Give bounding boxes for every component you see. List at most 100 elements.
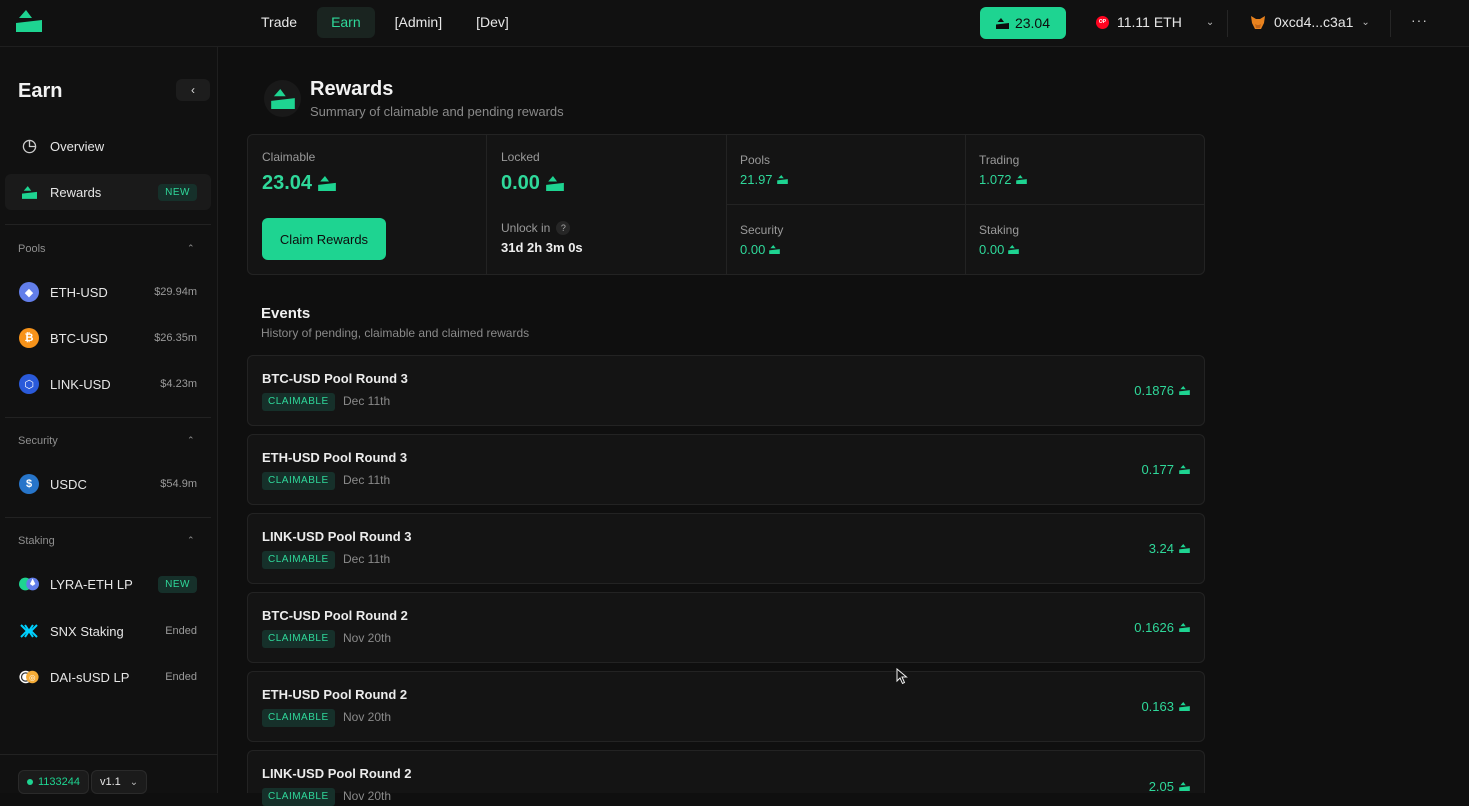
sidebar-item-label: Overview [50,138,105,154]
wallet-button[interactable]: 0xcd4...c3a1 ⌄ [1250,14,1370,30]
sidebar-item-usdc[interactable]: $ USDC $54.9m [5,466,211,502]
lyra-eth-pair-icon [19,574,39,594]
network-balance[interactable]: OP 11.11 ETH ⌄ [1096,14,1214,30]
chevron-down-icon: ⌄ [1361,16,1370,28]
chevron-up-icon[interactable]: ⌃ [187,243,195,254]
unlock-countdown: 31d 2h 3m 0s [501,240,583,255]
event-name: ETH-USD Pool Round 2 [262,687,408,702]
event-row[interactable]: ETH-USD Pool Round 3 CLAIMABLE Dec 11th … [247,434,1205,505]
event-name: BTC-USD Pool Round 2 [262,608,408,623]
sidebar-item-btc-usd[interactable]: ₿ BTC-USD $26.35m [5,320,211,356]
help-icon[interactable]: ? [556,221,571,235]
security-tvl: $54.9m [160,478,197,490]
pools-cell: Pools 21.97 [740,153,788,187]
event-name: LINK-USD Pool Round 3 [262,529,412,544]
nav-dev[interactable]: [Dev] [462,7,523,38]
staking-label: Staking [979,223,1020,237]
event-amount: 0.163 [1141,699,1190,714]
status-badge: CLAIMABLE [262,709,335,727]
event-row[interactable]: ETH-USD Pool Round 2 CLAIMABLE Nov 20th … [247,671,1205,742]
event-amount: 0.1626 [1134,620,1190,635]
claimable-label: Claimable [262,150,316,164]
event-name: ETH-USD Pool Round 3 [262,450,408,465]
event-date: Dec 11th [343,473,391,487]
version-select[interactable]: v1.1 ⌄ [91,770,148,794]
event-date: Dec 11th [343,552,391,566]
event-amount: 0.177 [1141,462,1190,477]
security-cell: Security 0.00 [740,223,783,257]
divider [486,135,487,274]
section-pools[interactable]: Pools [18,243,46,255]
event-row[interactable]: LINK-USD Pool Round 2 CLAIMABLE Nov 20th… [247,750,1205,806]
divider [5,224,211,225]
snx-icon [19,621,39,641]
events-subtitle: History of pending, claimable and claime… [261,326,530,340]
status-dot-icon [27,779,33,785]
collapse-sidebar-button[interactable]: ‹ [176,79,210,101]
divider [1227,10,1228,37]
nav-trade[interactable]: Trade [247,7,311,38]
svg-text:◎: ◎ [29,673,36,682]
event-amount-value: 0.177 [1141,462,1174,477]
section-security[interactable]: Security [18,435,58,447]
pool-tvl: $29.94m [154,286,197,298]
claimable-amount: 23.04 [262,172,336,195]
sidebar-item-dai-susd-lp[interactable]: ◎ DAI-sUSD LP Ended [5,659,211,695]
block-number-badge: 1133244 [18,770,90,794]
pie-chart-icon [19,136,39,156]
chevron-down-icon: ⌄ [129,776,139,788]
sidebar-item-label: DAI-sUSD LP [50,669,130,685]
divider [726,204,1204,205]
lyra-token-icon [776,175,788,184]
sidebar-item-overview[interactable]: Overview [5,128,211,164]
divider [5,417,211,418]
more-menu-icon[interactable]: ··· [1411,12,1428,28]
trading-cell: Trading 1.072 [979,153,1027,187]
security-value: 0.00 [740,242,766,257]
event-date: Nov 20th [343,710,392,724]
locked-value: 0.00 [501,172,540,194]
nav-admin[interactable]: [Admin] [381,7,456,38]
sidebar-item-label: LYRA-ETH LP [50,576,133,592]
lyra-token-icon [1015,175,1027,184]
sidebar-item-snx-staking[interactable]: SNX Staking Ended [5,613,211,649]
main-nav: Trade Earn [Admin] [Dev] [247,7,523,38]
trading-label: Trading [979,153,1020,167]
event-date: Nov 20th [343,789,392,803]
status-badge: CLAIMABLE [262,393,335,411]
sidebar-item-eth-usd[interactable]: ◆ ETH-USD $29.94m [5,274,211,310]
eth-balance: 11.11 ETH [1117,14,1182,30]
lyra-token-icon [546,176,564,191]
staking-value: 0.00 [979,242,1005,257]
lyra-logo-icon[interactable] [16,10,42,34]
nav-earn[interactable]: Earn [317,7,375,38]
chevron-up-icon[interactable]: ⌃ [187,535,195,546]
new-badge: NEW [158,575,197,593]
section-staking[interactable]: Staking [18,535,55,547]
event-row[interactable]: BTC-USD Pool Round 3 CLAIMABLE Dec 11th … [247,355,1205,426]
unlock-cell: Unlock in ? 31d 2h 3m 0s [501,221,583,255]
lyra-token-icon [1179,623,1190,632]
chevron-up-icon[interactable]: ⌃ [187,435,195,446]
locked-amount: 0.00 [501,172,564,195]
locked-label: Locked [501,150,540,164]
locked-cell: Locked 0.00 [501,150,564,195]
sidebar-item-lyra-eth-lp[interactable]: LYRA-ETH LP NEW [5,566,211,602]
usdc-icon: $ [19,474,39,494]
staking-status: Ended [165,671,197,683]
lyra-token-icon [1179,386,1190,395]
event-amount-value: 3.24 [1148,541,1174,556]
claim-rewards-button[interactable]: Claim Rewards [262,218,386,260]
event-row[interactable]: LINK-USD Pool Round 3 CLAIMABLE Dec 11th… [247,513,1205,584]
lyra-token-icon [1179,702,1190,711]
event-amount-value: 0.163 [1141,699,1174,714]
event-date: Nov 20th [343,631,392,645]
sidebar-item-rewards[interactable]: Rewards NEW [5,174,211,210]
staking-status: Ended [165,625,197,637]
lyra-token-icon [19,182,39,202]
status-badge: CLAIMABLE [262,551,335,569]
rewards-balance-button[interactable]: 23.04 [980,7,1066,39]
sidebar-item-label: USDC [50,476,87,492]
event-row[interactable]: BTC-USD Pool Round 2 CLAIMABLE Nov 20th … [247,592,1205,663]
sidebar-item-link-usd[interactable]: ⬡ LINK-USD $4.23m [5,366,211,402]
